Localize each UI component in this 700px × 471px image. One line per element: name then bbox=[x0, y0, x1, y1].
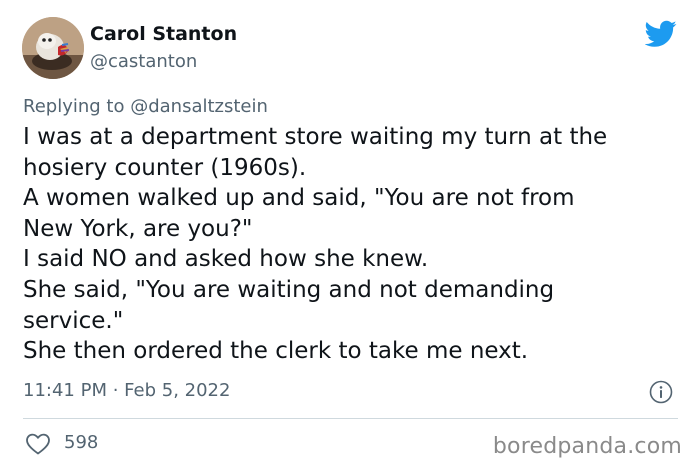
avatar[interactable] bbox=[22, 17, 84, 79]
heart-icon[interactable] bbox=[25, 432, 51, 456]
tweet-body-line: I was at a department store waiting my t… bbox=[23, 124, 608, 150]
info-icon[interactable] bbox=[649, 380, 673, 404]
tweet-body-line: I said NO and asked how she knew. bbox=[23, 246, 429, 273]
twitter-bird-icon[interactable] bbox=[645, 20, 677, 48]
reply-mention-link[interactable]: @dansaltzstein bbox=[130, 96, 268, 117]
tweet-body-line: hosiery counter (1960s). bbox=[23, 154, 307, 181]
tweet-body-line: service." bbox=[23, 307, 124, 334]
tweet-card: Carol Stanton @castanton Replying to @da… bbox=[0, 0, 700, 471]
tweet-body-line: New York, are you?" bbox=[23, 215, 253, 242]
tweet-timestamp[interactable]: 11:41 PM · Feb 5, 2022 bbox=[23, 380, 230, 401]
reply-context: Replying to @dansaltzstein bbox=[23, 96, 268, 117]
author-display-name[interactable]: Carol Stanton bbox=[90, 23, 237, 45]
author-handle[interactable]: @castanton bbox=[90, 51, 197, 72]
reply-prefix: Replying to bbox=[23, 96, 125, 117]
divider bbox=[23, 418, 678, 419]
tweet-body-line: She then ordered the clerk to take me ne… bbox=[23, 338, 529, 365]
tweet-body-line: A women walked up and said, "You are not… bbox=[23, 185, 575, 212]
watermark: boredpanda.com bbox=[492, 434, 682, 459]
tweet-body: I was at a department store waiting my t… bbox=[23, 122, 683, 367]
dog-photo-icon bbox=[22, 17, 84, 79]
tweet-body-line: She said, "You are waiting and not deman… bbox=[23, 276, 555, 303]
like-count: 598 bbox=[64, 432, 99, 453]
